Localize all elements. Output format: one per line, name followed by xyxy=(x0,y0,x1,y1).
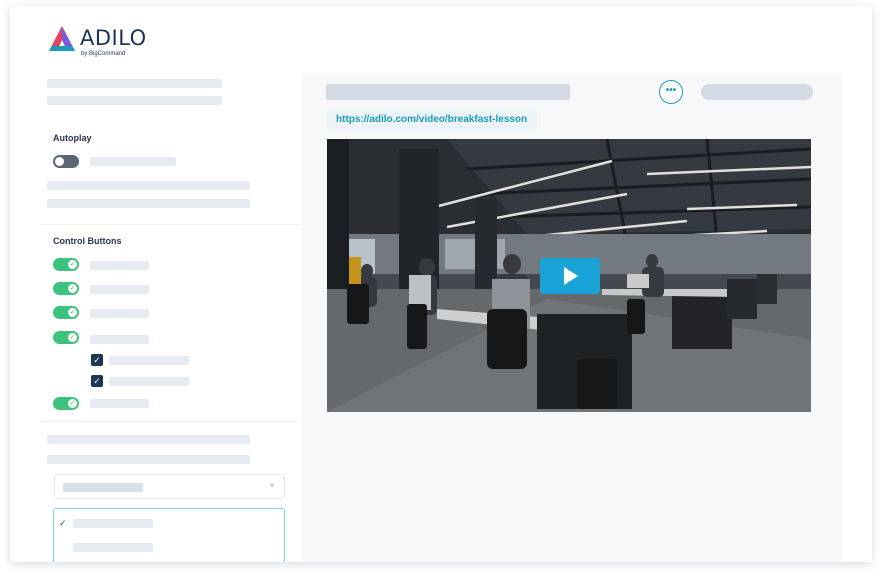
check-icon: ✓ xyxy=(68,308,77,317)
section-divider xyxy=(40,421,302,422)
play-button[interactable] xyxy=(540,258,600,294)
toggle-knob xyxy=(55,157,64,166)
placeholder-line xyxy=(90,399,149,408)
control-buttons-label: Control Buttons xyxy=(53,236,122,246)
control-toggle-1[interactable]: ✓ xyxy=(53,258,79,271)
control-toggle-5[interactable]: ✓ xyxy=(53,397,79,410)
placeholder-line xyxy=(90,157,176,166)
placeholder-line xyxy=(90,261,149,270)
preview-panel: ••• https://adilo.com/video/breakfast-le… xyxy=(302,74,842,562)
chevron-down-icon: ▾ xyxy=(269,481,274,490)
adilo-logo-icon xyxy=(49,26,75,51)
check-icon: ✓ xyxy=(68,284,77,293)
placeholder-line xyxy=(90,335,149,344)
check-icon: ✓ xyxy=(68,260,77,269)
placeholder-line xyxy=(47,96,222,105)
dropdown-item-selected[interactable] xyxy=(73,519,153,528)
video-url-link[interactable]: https://adilo.com/video/breakfast-lesson xyxy=(326,110,538,130)
placeholder-line xyxy=(90,309,149,318)
placeholder-line xyxy=(109,377,189,386)
dropdown-item[interactable] xyxy=(73,543,153,552)
more-options-button[interactable]: ••• xyxy=(659,80,683,104)
more-horizontal-icon: ••• xyxy=(665,85,677,96)
placeholder-line xyxy=(90,285,149,294)
section-divider xyxy=(40,224,302,225)
check-icon: ✓ xyxy=(59,518,67,528)
control-toggle-3[interactable]: ✓ xyxy=(53,306,79,319)
control-checkbox-2[interactable]: ✓ xyxy=(91,375,103,387)
control-toggle-2[interactable]: ✓ xyxy=(53,282,79,295)
autoplay-toggle[interactable] xyxy=(53,155,79,168)
control-toggle-4[interactable]: ✓ xyxy=(53,331,79,344)
app-window: ADILO by BigCommand Autoplay Control But… xyxy=(10,6,872,562)
placeholder-line xyxy=(47,435,250,444)
select-value-placeholder xyxy=(63,483,143,492)
brand-tagline: by BigCommand xyxy=(81,51,126,57)
placeholder-line xyxy=(47,455,250,464)
control-checkbox-1[interactable]: ✓ xyxy=(91,354,103,366)
placeholder-line xyxy=(109,356,189,365)
placeholder-line xyxy=(47,181,250,190)
action-button-placeholder[interactable] xyxy=(701,84,813,100)
option-dropdown-list[interactable]: ✓ xyxy=(53,508,285,562)
autoplay-label: Autoplay xyxy=(53,133,92,143)
check-icon: ✓ xyxy=(68,333,77,342)
video-title-placeholder xyxy=(326,84,570,100)
option-select[interactable]: ▾ xyxy=(54,474,285,499)
brand-logo: ADILO by BigCommand xyxy=(48,24,178,60)
check-icon: ✓ xyxy=(68,399,77,408)
video-player[interactable] xyxy=(327,139,811,412)
placeholder-line xyxy=(47,79,222,88)
brand-name: ADILO xyxy=(80,26,147,50)
placeholder-line xyxy=(47,199,250,208)
